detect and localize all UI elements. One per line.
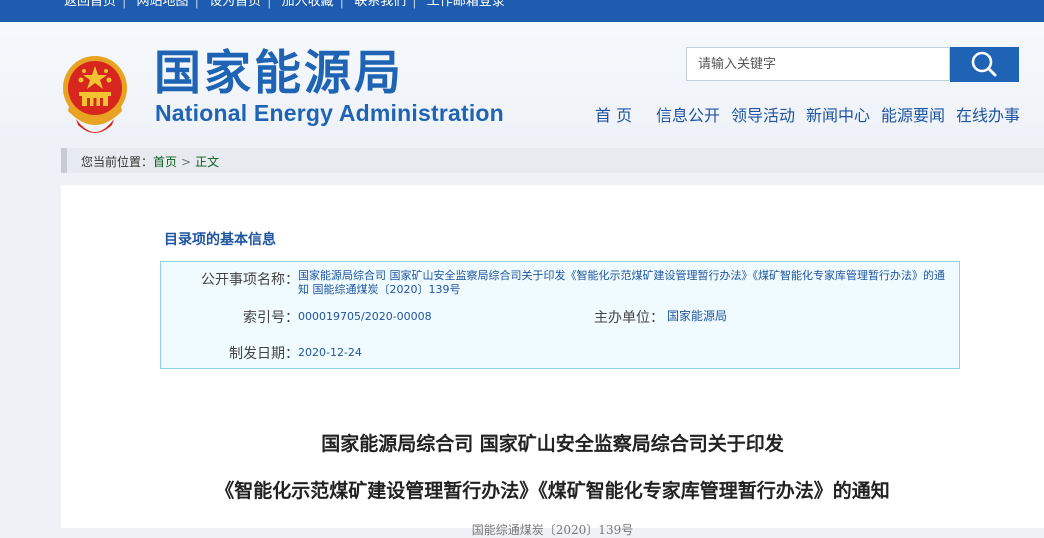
date-value: 2020-12-24 xyxy=(298,346,362,359)
nav-energy-news[interactable]: 能源要闻 xyxy=(881,102,945,126)
nav-news-center[interactable]: 新闻中心 xyxy=(806,102,870,126)
breadcrumb-home-link[interactable]: 首页 xyxy=(153,155,177,169)
nav-leadership-activities[interactable]: 领导活动 xyxy=(731,102,795,126)
breadcrumb-accent xyxy=(61,148,67,173)
top-link-home[interactable]: 返回首页 xyxy=(64,0,116,9)
search-input[interactable] xyxy=(696,48,940,80)
org-label: 主办单位： xyxy=(594,310,664,326)
top-utility-bar: 返回首页 | 网站地图 | 设为首页 | 加入收藏 | 联系我们 | 工作邮箱登录 xyxy=(0,0,1044,22)
top-link-contact[interactable]: 联系我们 xyxy=(354,0,406,9)
top-link-separator: | xyxy=(122,0,127,9)
index-value: 000019705/2020-00008 xyxy=(298,310,432,323)
name-value: 国家能源局综合司 国家矿山安全监察局综合司关于印发《智能化示范煤矿建设管理暂行办… xyxy=(298,269,945,296)
org-value: 国家能源局 xyxy=(667,309,728,323)
name-label: 公开事项名称： xyxy=(201,272,299,288)
document-info-table: 公开事项名称： 国家能源局综合司 国家矿山安全监察局综合司关于印发《智能化示范煤… xyxy=(160,261,960,369)
search-icon xyxy=(971,51,997,77)
breadcrumb: 您当前位置：首页 > 正文 xyxy=(81,153,219,170)
nav-info-disclosure[interactable]: 信息公开 xyxy=(656,102,720,126)
breadcrumb-current: 正文 xyxy=(195,155,220,169)
nav-home[interactable]: 首 页 xyxy=(595,102,632,126)
top-link-separator: | xyxy=(339,0,345,9)
date-label: 制发日期： xyxy=(229,346,299,362)
top-link-bookmark[interactable]: 加入收藏 xyxy=(282,0,334,9)
search-button[interactable] xyxy=(950,47,1019,82)
main-content: 目录项的基本信息 公开事项名称： 国家能源局综合司 国家矿山安全监察局综合司关于… xyxy=(61,185,1044,537)
index-label: 索引号： xyxy=(243,310,299,326)
nav-online-services[interactable]: 在线办事 xyxy=(956,102,1020,126)
top-links: 返回首页 | 网站地图 | 设为首页 | 加入收藏 | 联系我们 | 工作邮箱登录 xyxy=(64,0,511,9)
document-title-line2: 《智能化示范煤矿建设管理暂行办法》《煤矿智能化专家库管理暂行办法》的通知 xyxy=(215,480,890,502)
site-title-english: National Energy Administration xyxy=(155,100,504,126)
top-link-sitemap[interactable]: 网站地图 xyxy=(137,0,189,9)
document-number: 国能综通煤炭〔2020〕139号 xyxy=(471,523,634,537)
breadcrumb-bar: 您当前位置：首页 > 正文 xyxy=(61,148,1044,173)
site-header: 国家能源局 National Energy Administration 首 页… xyxy=(0,22,1044,144)
info-section-title: 目录项的基本信息 xyxy=(164,232,276,248)
site-title-chinese: 国家能源局 xyxy=(154,46,404,101)
top-link-separator: | xyxy=(267,0,272,9)
breadcrumb-separator: > xyxy=(181,155,192,169)
breadcrumb-prefix: 您当前位置： xyxy=(81,155,154,169)
search-box xyxy=(686,47,950,81)
top-link-separator: | xyxy=(412,0,417,9)
top-link-set-homepage[interactable]: 设为首页 xyxy=(209,0,261,9)
top-link-separator: | xyxy=(194,0,199,9)
document-title-line1: 国家能源局综合司 国家矿山安全监察局综合司关于印发 xyxy=(321,433,784,455)
national-emblem-logo xyxy=(63,56,127,133)
top-link-mail-login[interactable]: 工作邮箱登录 xyxy=(427,0,505,9)
